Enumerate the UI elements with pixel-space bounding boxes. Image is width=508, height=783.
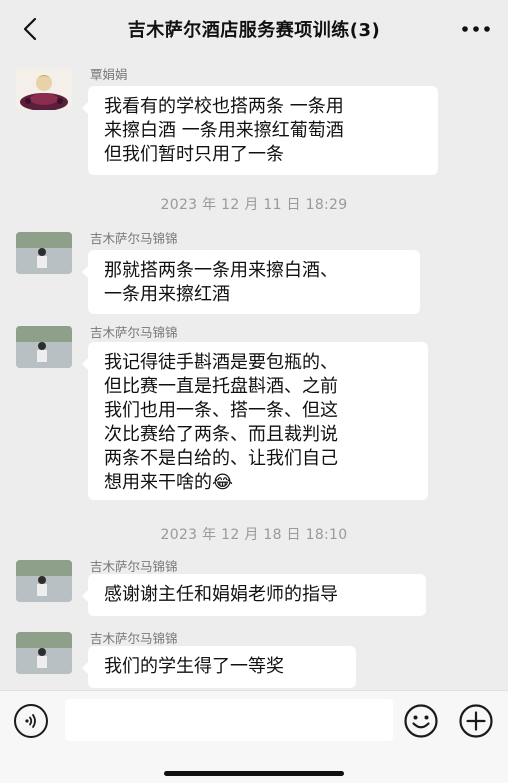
- avatar[interactable]: [16, 232, 72, 274]
- laughing-emoji-icon: 😂: [212, 472, 234, 493]
- timestamp: 2023 年 12 月 18 日 18:10: [160, 527, 348, 543]
- chevron-left-icon[interactable]: [16, 14, 44, 44]
- message-bubble[interactable]: 我们的学生得了一等奖: [82, 646, 356, 688]
- sender-name: 吉木萨尔马锦锦: [90, 231, 178, 246]
- voice-icon[interactable]: [14, 704, 48, 738]
- input-bar: [0, 690, 508, 783]
- chat-title: 吉木萨尔酒店服务赛项训练(3): [127, 20, 381, 41]
- chat-header: 吉木萨尔酒店服务赛项训练(3): [0, 0, 508, 58]
- message-line: 想用来干啥的😂: [104, 471, 414, 495]
- message-line: 但我们暂时只用了一条: [104, 144, 284, 165]
- message-bubble[interactable]: 我看有的学校也搭两条 一条用 来擦白酒 一条用来擦红葡萄酒 但我们暂时只用了一条: [82, 86, 438, 175]
- sender-name: 吉木萨尔马锦锦: [90, 559, 178, 574]
- message-line: 我们的学生得了一等奖: [104, 656, 284, 677]
- message-line: 两条不是白给的、让我们自己: [104, 448, 338, 469]
- message-input[interactable]: [65, 699, 393, 741]
- message-line: 我记得徒手斟酒是要包瓶的、: [104, 352, 338, 373]
- message-bubble[interactable]: 我记得徒手斟酒是要包瓶的、 但比赛一直是托盘斟酒、之前 我们也用一条、搭一条、但…: [82, 342, 428, 500]
- avatar[interactable]: [16, 68, 72, 110]
- message-line: 那就搭两条一条用来擦白酒、: [104, 260, 338, 281]
- message-line: 我们也用一条、搭一条、但这: [104, 400, 338, 421]
- message-line: 但比赛一直是托盘斟酒、之前: [104, 376, 338, 397]
- home-indicator: [164, 771, 344, 776]
- avatar[interactable]: [16, 326, 72, 368]
- message-line: 一条用来擦红酒: [104, 284, 230, 305]
- message-list[interactable]: 覃娟娟 我看有的学校也搭两条 一条用 来擦白酒 一条用来擦红葡萄酒 但我们暂时只…: [0, 58, 508, 690]
- message-line: 来擦白酒 一条用来擦红葡萄酒: [104, 120, 344, 141]
- plus-icon[interactable]: [458, 703, 494, 739]
- sender-name: 覃娟娟: [90, 67, 128, 82]
- message-text: 想用来干啥的: [104, 472, 212, 493]
- sender-name: 吉木萨尔马锦锦: [90, 631, 178, 646]
- emoji-icon[interactable]: [403, 703, 439, 739]
- sender-name: 吉木萨尔马锦锦: [90, 325, 178, 340]
- avatar[interactable]: [16, 560, 72, 602]
- timestamp: 2023 年 12 月 11 日 18:29: [160, 197, 348, 213]
- message-bubble[interactable]: 那就搭两条一条用来擦白酒、 一条用来擦红酒: [82, 250, 420, 314]
- avatar[interactable]: [16, 632, 72, 674]
- message-line: 感谢谢主任和娟娟老师的指导: [104, 584, 338, 605]
- message-line: 次比赛给了两条、而且裁判说: [104, 424, 338, 445]
- message-line: 我看有的学校也搭两条 一条用: [104, 96, 344, 117]
- more-dots-icon[interactable]: [458, 14, 494, 44]
- message-bubble[interactable]: 感谢谢主任和娟娟老师的指导: [82, 574, 426, 616]
